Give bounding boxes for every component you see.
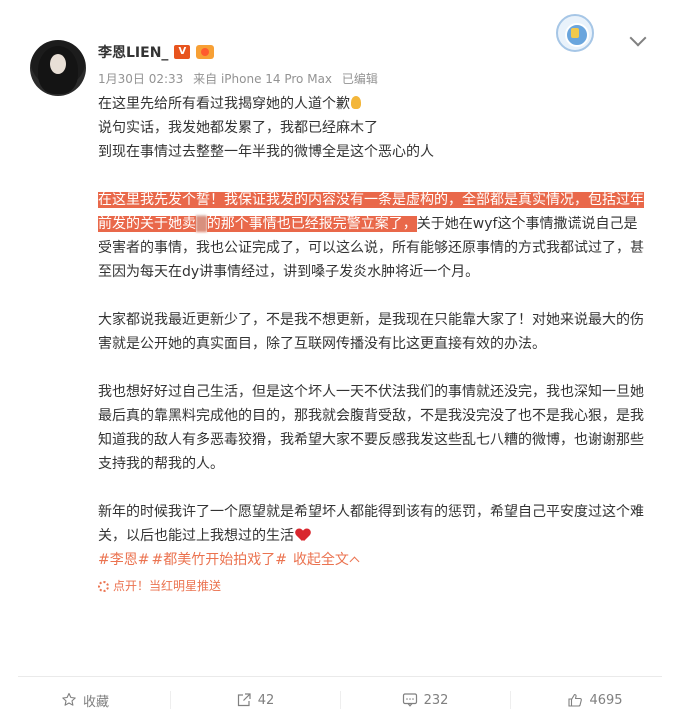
lightbulb-icon: [351, 96, 361, 109]
fan-level-icon[interactable]: [196, 45, 215, 59]
highlighted-police-report: 的那个事情也已经报完警立案了，: [206, 216, 417, 232]
like-button[interactable]: 4695: [510, 677, 680, 723]
paragraph-4-text: 我也想好好过自己生活，但是这个坏人一天不伏法我们的事情就还没完，我也深知一旦她最…: [98, 384, 644, 472]
sparkle-icon: [98, 580, 109, 592]
comment-button[interactable]: 232: [340, 677, 510, 723]
topic-row: #李恩# #都美竹开始拍戏了# 收起全文: [98, 548, 650, 572]
like-count: 4695: [589, 692, 623, 708]
star-outline-icon: [62, 692, 76, 706]
redacted-text: ▒: [196, 216, 207, 232]
post-content: 在这里先给所有看过我揭穿她的人道个歉 说句实话，我发她都发累了，我都已经麻木了 …: [98, 92, 650, 598]
paragraph-5: 新年的时候我许了一个愿望就是希望坏人都能得到该有的惩罚，希望自己平安度过这个难关…: [98, 500, 650, 548]
paragraph-1-line-3: 到现在事情过去整整一年半我的微博全是这个恶心的人: [98, 144, 434, 160]
topic-link-dumeizhu[interactable]: #都美竹开始拍戏了#: [151, 552, 286, 568]
promo-text[interactable]: 点开！当红明星推送: [113, 574, 221, 598]
paragraph-3-text: 大家都说我最近更新少了，不是我不想更新，是我现在只能靠大家了！对她来说最大的伤害…: [98, 312, 644, 352]
user-header: 李恩LIEN_ V: [98, 42, 215, 62]
edited-label[interactable]: 已编辑: [342, 72, 378, 86]
username[interactable]: 李恩LIEN_: [98, 42, 168, 62]
repost-icon: [237, 693, 251, 707]
paragraph-5-text: 新年的时候我许了一个愿望就是希望坏人都能得到该有的惩罚，希望自己平安度过这个难关…: [98, 500, 650, 548]
thumbs-up-icon: [568, 693, 583, 707]
comment-icon: [402, 693, 417, 707]
collapse-text-link[interactable]: 收起全文: [293, 552, 349, 568]
post-timestamp[interactable]: 1月30日 02:33: [98, 72, 183, 86]
red-heart-icon: [296, 529, 310, 541]
vip-badge-icon[interactable]: V: [174, 45, 191, 59]
chevron-down-icon[interactable]: [629, 29, 647, 47]
promo-link[interactable]: 点开！当红明星推送: [98, 574, 650, 598]
comment-count: 232: [423, 692, 449, 708]
post-meta: 1月30日 02:33 来自 iPhone 14 Pro Max 已编辑: [98, 70, 378, 87]
topic-link-lien[interactable]: #李恩#: [98, 552, 149, 568]
paragraph-1-line-1: 在这里先给所有看过我揭穿她的人道个歉: [98, 92, 650, 116]
avatar[interactable]: [30, 40, 86, 96]
paragraph-1: 在这里先给所有看过我揭穿她的人道个歉 说句实话，我发她都发累了，我都已经麻木了 …: [98, 92, 650, 164]
post-source: 来自 iPhone 14 Pro Max: [193, 72, 333, 86]
line-text: 在这里先给所有看过我揭穿她的人道个歉: [98, 96, 350, 112]
repost-count: 42: [257, 692, 275, 708]
paragraph-4: 我也想好好过自己生活，但是这个坏人一天不伏法我们的事情就还没完，我也深知一旦她最…: [98, 380, 650, 476]
club-badge-icon[interactable]: [556, 14, 594, 52]
action-bar: 收藏 42 232 4695: [0, 677, 680, 723]
wish-text: 新年的时候我许了一个愿望就是希望坏人都能得到该有的惩罚，希望自己平安度过这个难关…: [98, 504, 644, 544]
paragraph-1-line-2: 说句实话，我发她都发累了，我都已经麻木了: [98, 120, 378, 136]
favorite-button[interactable]: 收藏: [0, 677, 170, 723]
paragraph-2: 在这里我先发个誓！我保证我发的内容没有一条是虚构的，全部都是真实情况，包括过年前…: [98, 188, 650, 284]
weibo-post: 李恩LIEN_ V 1月30日 02:33 来自 iPhone 14 Pro M…: [0, 0, 680, 726]
avatar-face: [50, 54, 66, 74]
paragraph-2-text: 在这里我先发个誓！我保证我发的内容没有一条是虚构的，全部都是真实情况，包括过年前…: [98, 188, 650, 284]
favorite-label: 收藏: [82, 694, 109, 710]
chevron-up-icon[interactable]: [349, 556, 360, 567]
paragraph-3: 大家都说我最近更新少了，不是我不想更新，是我现在只能靠大家了！对她来说最大的伤害…: [98, 308, 650, 356]
repost-button[interactable]: 42: [170, 677, 340, 723]
